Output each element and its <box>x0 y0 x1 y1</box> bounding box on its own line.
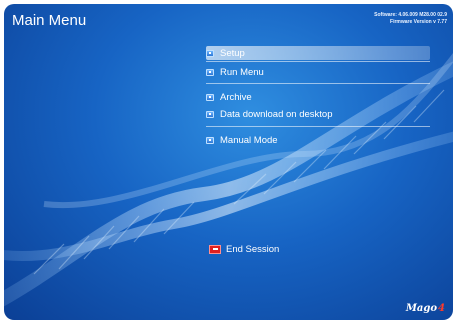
end-session-button[interactable]: End Session <box>209 242 279 256</box>
menu-item-icon <box>206 136 214 144</box>
firmware-version: Firmware Version v 7.77 <box>390 19 447 25</box>
menu-item-data-download[interactable]: Data download on desktop <box>206 107 333 121</box>
menu-item-label: Run Menu <box>220 66 264 78</box>
menu-item-archive[interactable]: Archive <box>206 90 252 104</box>
menu-item-label: Data download on desktop <box>220 108 333 120</box>
menu-item-icon <box>206 110 214 118</box>
menu-divider <box>206 83 430 84</box>
version-info: Software: 4.06.009 M28.00 02.9 Firmware … <box>374 12 447 26</box>
logo-mark: 4 <box>438 303 445 314</box>
menu-item-setup[interactable]: Setup <box>206 46 430 60</box>
end-session-icon <box>209 244 221 254</box>
software-version: Software: 4.06.009 M28.00 02.9 <box>374 12 447 18</box>
menu-item-icon <box>206 49 214 57</box>
menu-item-label: Manual Mode <box>220 134 278 146</box>
menu-item-label: Setup <box>220 47 245 59</box>
end-session-label: End Session <box>226 243 280 255</box>
menu-item-icon <box>206 93 214 101</box>
menu-divider <box>206 126 430 127</box>
main-menu-screen: Main Menu Software: 4.06.009 M28.00 02.9… <box>4 4 453 320</box>
menu-item-run-menu[interactable]: Run Menu <box>206 65 264 79</box>
menu-item-icon <box>206 68 214 76</box>
menu-item-manual-mode[interactable]: Manual Mode <box>206 133 278 147</box>
menu-item-label: Archive <box>220 91 252 103</box>
page-title: Main Menu <box>12 12 87 29</box>
logo-text: Mago <box>405 303 438 314</box>
brand-logo: Mago4 <box>406 303 445 314</box>
menu-divider <box>206 61 430 62</box>
